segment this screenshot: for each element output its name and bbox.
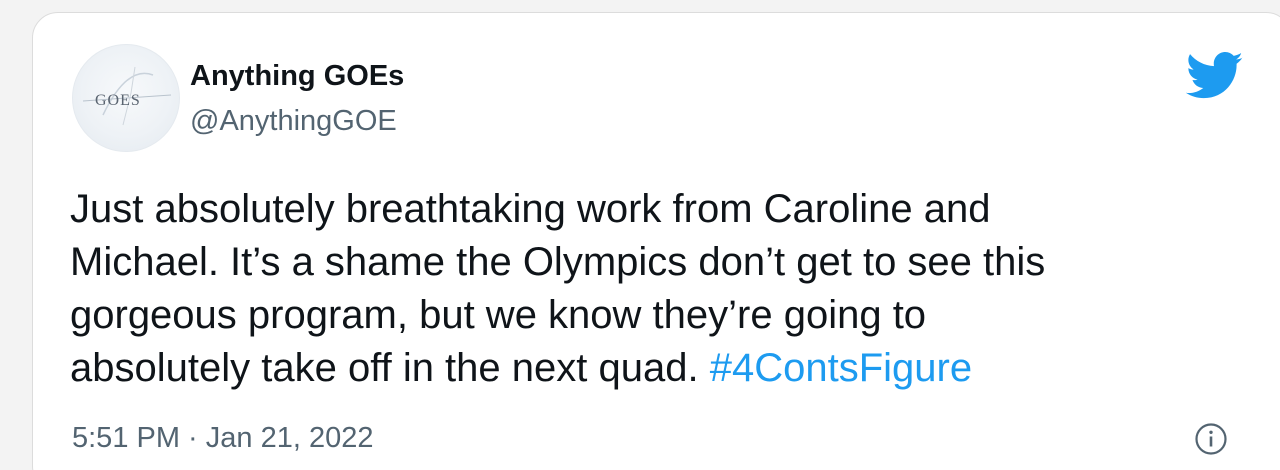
tweet-timestamp[interactable]: 5:51 PM · Jan 21, 2022 [72, 422, 373, 455]
twitter-bird-icon[interactable] [1186, 52, 1244, 100]
tweet-text: Just absolutely breathtaking work from C… [70, 183, 1220, 395]
tweet-text-line: gorgeous program, but we know they’re go… [70, 293, 927, 337]
info-icon[interactable] [1194, 422, 1228, 456]
tweet-text-line: Michael. It’s a shame the Olympics don’t… [70, 240, 1046, 284]
avatar-logo-text: GOES [95, 92, 141, 109]
tweet-text-line: Just absolutely breathtaking work from C… [70, 187, 991, 231]
author-handle[interactable]: @AnythingGOE [190, 105, 397, 138]
tweet-text-line: absolutely take off in the next quad. [70, 346, 710, 390]
avatar[interactable]: GOES [72, 44, 180, 152]
hashtag-link[interactable]: #4ContsFigure [710, 346, 972, 390]
author-display-name[interactable]: Anything GOEs [190, 60, 404, 93]
